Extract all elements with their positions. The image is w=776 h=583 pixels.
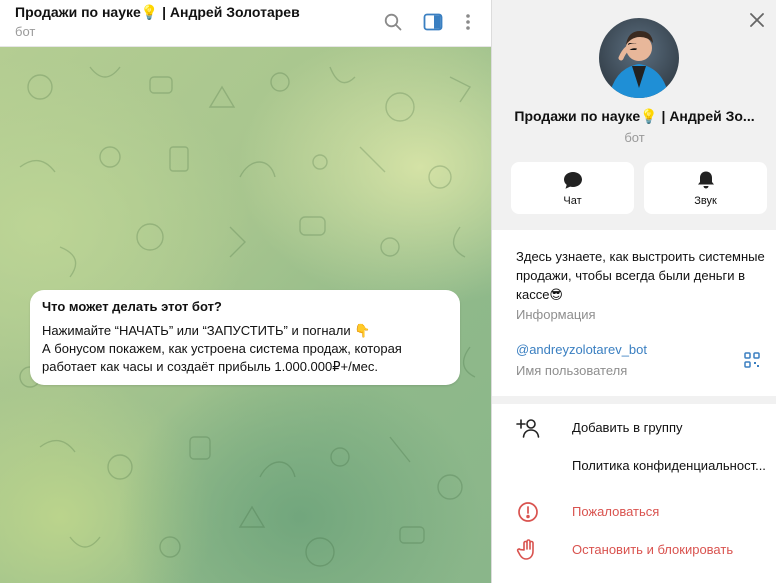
warning-icon <box>516 500 540 524</box>
chat-subtitle: бот <box>15 24 36 39</box>
menu-item-add-to-group[interactable]: Добавить в группу <box>492 409 776 447</box>
sound-button[interactable]: Звук <box>644 162 767 214</box>
menu-item-label: Пожаловаться <box>572 504 660 519</box>
description-label: Информация <box>516 307 596 322</box>
username-link[interactable]: @andreyzolotarev_bot <box>516 342 647 357</box>
bot-description-card: Что может делать этот бот? Нажимайте “НА… <box>30 290 460 385</box>
chat-button-label: Чат <box>563 195 582 207</box>
profile-panel: Продажи по науке💡 | Андрей Зо... бот Чат… <box>491 0 776 583</box>
profile-header: Продажи по науке💡 | Андрей Зо... бот Чат… <box>492 0 776 230</box>
chat-header[interactable]: Продажи по науке💡 | Андрей Золотарев бот <box>0 0 491 47</box>
menu-item-label: Добавить в группу <box>572 420 683 435</box>
chat-icon <box>562 170 584 190</box>
menu-item-label: Остановить и блокировать <box>572 542 734 557</box>
bell-icon <box>695 170 717 190</box>
username-label: Имя пользователя <box>516 363 628 378</box>
hand-stop-icon <box>516 538 540 562</box>
actions-menu: Добавить в группу Политика конфиденциаль… <box>492 404 776 583</box>
bot-card-line-1: Нажимайте “НАЧАТЬ” или “ЗАПУСТИТЬ” и пог… <box>42 323 371 338</box>
menu-item-privacy-policy[interactable]: Политика конфиденциальност... <box>492 447 776 485</box>
menu-item-label: Политика конфиденциальност... <box>572 458 766 473</box>
bot-card-line-2: А бонусом покажем, как устроена система … <box>42 341 402 374</box>
add-user-icon <box>516 416 540 440</box>
qr-code-icon[interactable] <box>744 352 760 368</box>
menu-item-report[interactable]: Пожаловаться <box>492 493 776 531</box>
chat-area: Продажи по науке💡 | Андрей Золотарев бот <box>0 0 491 583</box>
bot-card-title: Что может делать этот бот? <box>42 299 222 314</box>
chat-background: Что может делать этот бот? Нажимайте “НА… <box>0 47 491 583</box>
chat-button[interactable]: Чат <box>511 162 634 214</box>
info-card: Здесь узнаете, как выстроить системные п… <box>492 230 776 396</box>
profile-name: Продажи по науке💡 | Андрей Зо... <box>514 108 755 124</box>
sidebar-toggle-icon[interactable] <box>421 10 445 34</box>
bot-description: Здесь узнаете, как выстроить системные п… <box>516 249 765 302</box>
sound-button-label: Звук <box>694 195 717 207</box>
chat-title[interactable]: Продажи по науке💡 | Андрей Золотарев <box>15 4 300 21</box>
profile-subtitle: бот <box>624 130 645 145</box>
menu-item-stop-and-block[interactable]: Остановить и блокировать <box>492 531 776 569</box>
search-icon[interactable] <box>381 10 405 34</box>
close-icon[interactable] <box>748 11 766 29</box>
more-vertical-icon[interactable] <box>456 10 480 34</box>
avatar[interactable] <box>599 18 679 98</box>
